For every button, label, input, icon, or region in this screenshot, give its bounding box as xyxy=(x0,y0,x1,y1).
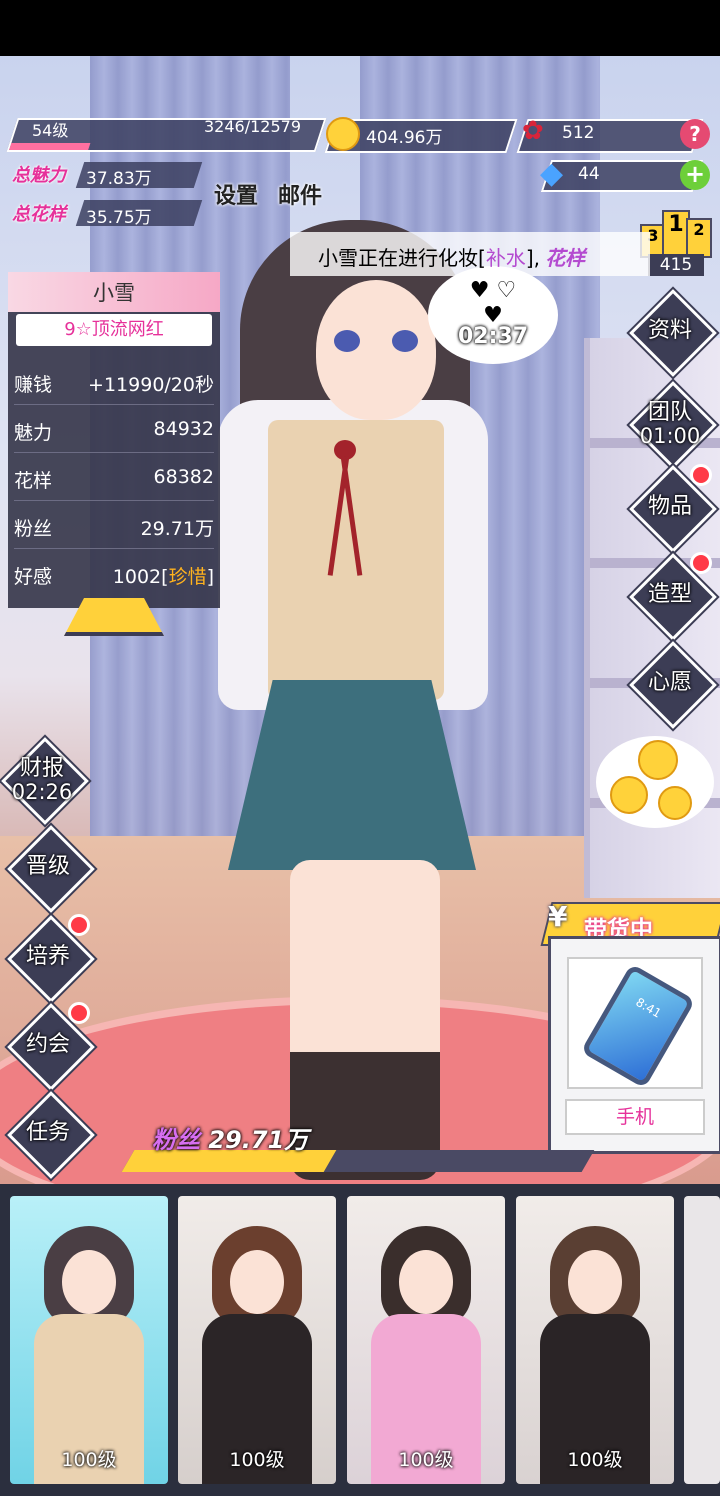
rose-value: 512 xyxy=(562,123,595,143)
mail-button[interactable]: 邮件 xyxy=(278,178,322,210)
total-style-label: 总花样 xyxy=(12,204,66,225)
report-button[interactable]: 财报 02:26 xyxy=(1,737,89,825)
affection-tag: 珍惜 xyxy=(168,566,207,588)
ranking-podium[interactable]: 3 1 2 415 xyxy=(640,206,712,276)
styling-alert-dot xyxy=(690,552,712,574)
diamond-value: 44 xyxy=(578,164,600,184)
rank-2: 2 xyxy=(686,218,712,258)
promote-button[interactable]: 晋级 xyxy=(7,825,95,913)
thought-timer: 02:37 xyxy=(457,324,529,349)
diamond-box[interactable] xyxy=(540,160,704,192)
character-card-level: 100级 xyxy=(567,1449,623,1471)
yen-icon: ¥ xyxy=(548,900,568,933)
fans-display: 粉丝 29.71万 xyxy=(152,1120,308,1155)
character-card[interactable]: 100级 xyxy=(10,1196,168,1484)
banner-prefix: 小雪正在进行化妆[ xyxy=(318,246,486,270)
date-alert-dot xyxy=(68,1002,90,1024)
banner-highlight: 补水 xyxy=(485,246,526,270)
character-card[interactable]: 100级 xyxy=(347,1196,505,1484)
character-rank: 9☆顶流网红 xyxy=(16,314,212,346)
stat-row-earn: 赚钱 +11990/20秒 xyxy=(14,360,214,405)
character-face xyxy=(316,280,436,420)
selling-item-name: 手机 xyxy=(565,1099,705,1135)
selling-card[interactable]: 8:41 手机 xyxy=(548,936,720,1154)
profile-button[interactable]: 资料 xyxy=(629,289,717,377)
add-diamond-icon[interactable]: + xyxy=(680,160,710,190)
exp-fill xyxy=(9,143,91,150)
tasks-button[interactable]: 任务 xyxy=(7,1091,95,1179)
total-charm-value: 37.83万 xyxy=(86,169,152,189)
fans-label: 粉丝 xyxy=(152,1126,200,1154)
character-card[interactable]: 100级 xyxy=(178,1196,336,1484)
phone-item-image: 8:41 xyxy=(567,957,703,1089)
phone-icon: 8:41 xyxy=(580,963,696,1089)
character-card-level: 100级 xyxy=(398,1449,454,1471)
report-timer: 02:26 xyxy=(11,780,73,804)
eye-left xyxy=(334,330,360,352)
character-card-partial[interactable] xyxy=(684,1196,720,1484)
character-card[interactable]: 100级 xyxy=(516,1196,674,1484)
stat-row-affection[interactable]: 好感 1002[珍惜] xyxy=(14,552,214,596)
diamond-icon: ◆ xyxy=(540,156,564,191)
total-style-value: 35.75万 xyxy=(86,208,152,228)
settings-button[interactable]: 设置 xyxy=(214,178,258,210)
train-alert-dot xyxy=(68,914,90,936)
level-text: 54级 xyxy=(32,121,69,140)
activity-banner: 小雪正在进行化妆[补水], 花样 xyxy=(290,232,650,276)
collect-coins-button[interactable] xyxy=(596,736,714,828)
eye-right xyxy=(392,330,418,352)
coin-icon xyxy=(638,740,678,780)
wish-button[interactable]: 心愿 xyxy=(629,641,717,729)
banner-tail: 花样 xyxy=(545,246,586,270)
thought-bubble[interactable]: ♥ ♡ ♥ 02:37 xyxy=(428,266,558,364)
team-timer: 01:00 xyxy=(639,424,701,448)
gold-value: 404.96万 xyxy=(366,128,443,148)
character-info-panel: 小雪 9☆顶流网红 赚钱 +11990/20秒 魅力 84932 花样 6838… xyxy=(8,272,220,608)
rose-box[interactable] xyxy=(516,119,704,153)
team-button[interactable]: 团队 01:00 xyxy=(629,381,717,469)
coin-icon xyxy=(658,786,692,820)
stat-row-style: 花样 68382 xyxy=(14,456,214,501)
rose-icon: ✿ xyxy=(522,116,544,146)
heart-hands-icon: ♥ ♡ ♥ xyxy=(469,278,517,328)
stat-row-charm: 魅力 84932 xyxy=(14,408,214,453)
exp-text: 3246/12579 xyxy=(204,117,302,136)
total-charm-label: 总魅力 xyxy=(12,165,66,186)
character-name: 小雪 xyxy=(8,272,220,312)
coin-icon xyxy=(610,776,648,814)
ranking-score: 415 xyxy=(648,254,704,276)
character-card-level: 100级 xyxy=(229,1449,285,1471)
character-card-level: 100级 xyxy=(61,1449,117,1471)
character-select-strip: 100级 100级 100级 100级 xyxy=(0,1184,720,1496)
banner-suffix: ], xyxy=(525,246,540,270)
stat-row-fans: 粉丝 29.71万 xyxy=(14,504,214,549)
gold-coin-icon xyxy=(326,117,360,151)
fans-value: 29.71万 xyxy=(208,1126,309,1154)
help-icon[interactable]: ? xyxy=(680,119,710,149)
ribbon xyxy=(327,440,363,580)
character-legs xyxy=(290,860,440,1180)
items-alert-dot xyxy=(690,464,712,486)
